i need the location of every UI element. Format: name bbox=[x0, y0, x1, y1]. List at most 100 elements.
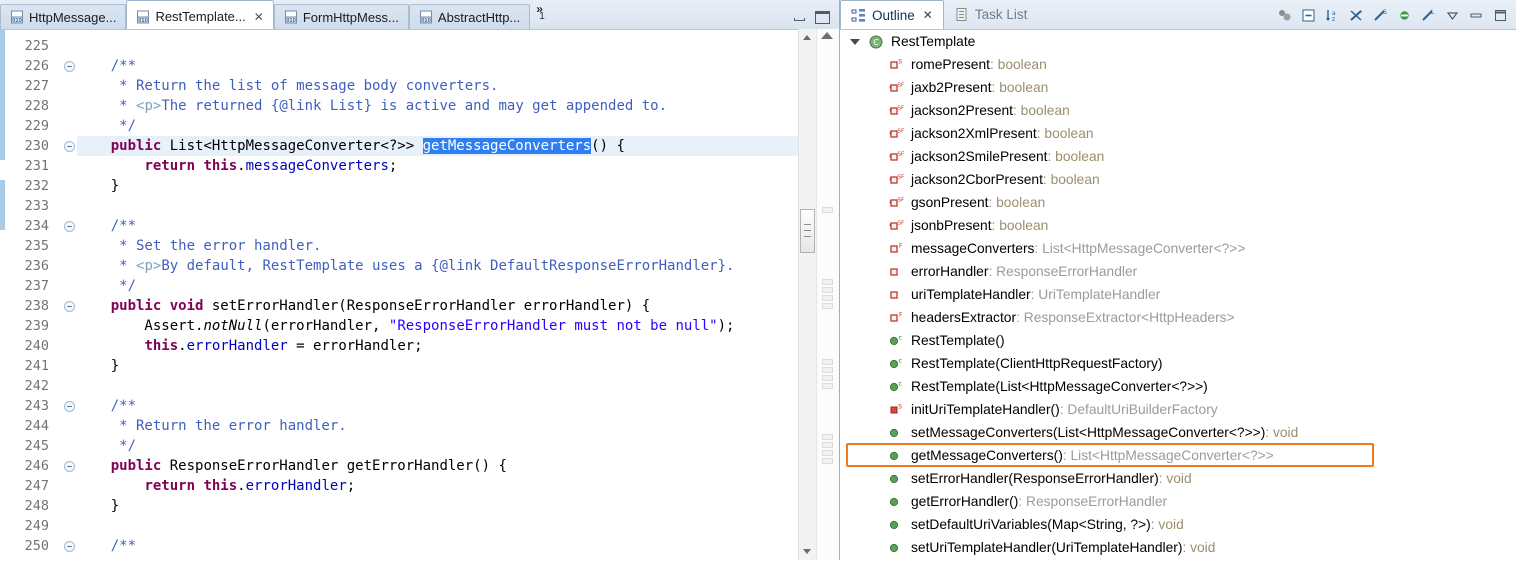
maximize-icon[interactable] bbox=[815, 11, 830, 24]
fold-collapse-icon[interactable] bbox=[64, 541, 75, 552]
code-line[interactable]: * Return the error handler. bbox=[77, 416, 839, 436]
outline-item[interactable]: S F jackson2SmilePresent : boolean bbox=[840, 145, 1516, 168]
code-line[interactable]: * <p>By default, RestTemplate uses a {@l… bbox=[77, 256, 839, 276]
code-line[interactable]: * Return the list of message body conver… bbox=[77, 76, 839, 96]
outline-item[interactable]: getMessageConverters() : List<HttpMessag… bbox=[840, 444, 1516, 467]
code-line[interactable]: } bbox=[77, 176, 839, 196]
code-line[interactable]: /** bbox=[77, 396, 839, 416]
overview-ruler[interactable] bbox=[816, 29, 839, 560]
outline-item[interactable]: S F jackson2Present : boolean bbox=[840, 99, 1516, 122]
code-line[interactable]: } bbox=[77, 356, 839, 376]
code-line[interactable]: } bbox=[77, 496, 839, 516]
line-number: 237 bbox=[24, 278, 49, 294]
outline-item[interactable]: setUriTemplateHandler(UriTemplateHandler… bbox=[840, 536, 1516, 559]
focus-on-active-task-icon[interactable] bbox=[1277, 8, 1292, 23]
outline-item[interactable]: FmessageConverters : List<HttpMessageCon… bbox=[840, 237, 1516, 260]
editor-tab-1[interactable]: 010 RestTemplate... ✕ bbox=[126, 0, 274, 29]
outline-item[interactable]: c RestTemplate(ClientHttpRequestFactory) bbox=[840, 352, 1516, 375]
code-token: List<HttpMessageConverter<?>> bbox=[161, 138, 423, 154]
code-line[interactable]: /** bbox=[77, 216, 839, 236]
scroll-down-button[interactable] bbox=[799, 543, 816, 560]
outline-item-type: : boolean bbox=[1013, 103, 1070, 118]
hide-fields-icon[interactable] bbox=[1349, 8, 1364, 23]
hide-static-icon[interactable]: S bbox=[1373, 8, 1388, 23]
outline-item[interactable]: uriTemplateHandler : UriTemplateHandler bbox=[840, 283, 1516, 306]
tab-overflow-chevron[interactable]: » 1 bbox=[536, 2, 549, 22]
outline-item[interactable]: S F jaxb2Present : boolean bbox=[840, 76, 1516, 99]
code-line[interactable] bbox=[77, 36, 839, 56]
code-editor-area[interactable]: 225 226 227 228 229 230 231 232 233 234 235 236 237 2… bbox=[0, 30, 839, 561]
code-line[interactable]: /** bbox=[77, 536, 839, 556]
code-line[interactable]: public ResponseErrorHandler getErrorHand… bbox=[77, 456, 839, 476]
code-line[interactable]: return this.messageConverters; bbox=[77, 156, 839, 176]
hide-local-types-icon[interactable]: L bbox=[1421, 8, 1436, 23]
fold-collapse-icon[interactable] bbox=[64, 61, 75, 72]
outline-item[interactable]: setDefaultUriVariables(Map<String, ?>) :… bbox=[840, 513, 1516, 536]
fold-collapse-icon[interactable] bbox=[64, 221, 75, 232]
outline-item[interactable]: getErrorHandler() : ResponseErrorHandler bbox=[840, 490, 1516, 513]
folding-ruler[interactable] bbox=[63, 30, 77, 561]
code-line[interactable] bbox=[77, 376, 839, 396]
outline-tab-1[interactable]: Task List bbox=[944, 0, 1038, 29]
code-token: "ResponseErrorHandler must not be null" bbox=[388, 318, 718, 334]
outline-item[interactable]: S F jsonbPresent : boolean bbox=[840, 214, 1516, 237]
code-token: this bbox=[203, 158, 238, 174]
outline-item[interactable]: c RestTemplate(List<HttpMessageConverter<… bbox=[840, 375, 1516, 398]
fold-collapse-icon[interactable] bbox=[64, 301, 75, 312]
code-line[interactable]: */ bbox=[77, 436, 839, 456]
code-line[interactable]: public List<HttpMessageConverter<?>> get… bbox=[77, 136, 839, 156]
outline-item-type: : boolean bbox=[1047, 149, 1105, 164]
collapse-all-icon[interactable] bbox=[1301, 8, 1316, 23]
svg-text:c: c bbox=[899, 333, 903, 341]
editor-tab-2[interactable]: 010 FormHttpMess... bbox=[273, 4, 409, 29]
close-icon[interactable]: ✕ bbox=[254, 11, 264, 23]
code-line[interactable]: return this.errorHandler; bbox=[77, 476, 839, 496]
editor-tab-0[interactable]: 010 HttpMessage... bbox=[0, 4, 127, 29]
outline-item[interactable]: c RestTemplate() bbox=[840, 329, 1516, 352]
outline-item[interactable]: C RestTemplate bbox=[840, 30, 1516, 53]
sort-icon[interactable]: az bbox=[1325, 8, 1340, 23]
code-line[interactable]: */ bbox=[77, 116, 839, 136]
outline-item-name: setDefaultUriVariables(Map<String, ?>) bbox=[911, 517, 1151, 532]
outline-item-name: jackson2Present bbox=[911, 103, 1014, 118]
code-line[interactable]: this.errorHandler = errorHandler; bbox=[77, 336, 839, 356]
outline-item[interactable]: SinitUriTemplateHandler() : DefaultUriBu… bbox=[840, 398, 1516, 421]
outline-item[interactable]: errorHandler : ResponseErrorHandler bbox=[840, 260, 1516, 283]
code-line[interactable]: Assert.notNull(errorHandler, "ResponseEr… bbox=[77, 316, 839, 336]
field-private-static-final-icon: SF bbox=[888, 172, 905, 188]
outline-item[interactable]: setMessageConverters(List<HttpMessageCon… bbox=[840, 421, 1516, 444]
editor-tab-3[interactable]: 010 AbstractHttp... bbox=[408, 4, 531, 29]
outline-item[interactable]: setErrorHandler(ResponseErrorHandler) : … bbox=[840, 467, 1516, 490]
outline-item[interactable]: S F jackson2CborPresent : boolean bbox=[840, 168, 1516, 191]
hide-non-public-icon[interactable] bbox=[1397, 8, 1412, 23]
fold-collapse-icon[interactable] bbox=[64, 461, 75, 472]
scrollbar-thumb[interactable] bbox=[800, 209, 815, 253]
outline-tab-0[interactable]: Outline ✕ bbox=[840, 0, 944, 29]
fold-collapse-icon[interactable] bbox=[64, 401, 75, 412]
code-line[interactable] bbox=[77, 516, 839, 536]
code-line[interactable]: /** bbox=[77, 56, 839, 76]
code-line[interactable]: * Set the error handler. bbox=[77, 236, 839, 256]
minimize-icon[interactable] bbox=[793, 12, 806, 23]
minimize-icon[interactable] bbox=[1469, 8, 1484, 23]
maximize-icon[interactable] bbox=[1493, 8, 1508, 23]
outline-tab-bar: Outline ✕ Task List az S L bbox=[840, 0, 1516, 30]
code-line[interactable] bbox=[77, 196, 839, 216]
code-line[interactable]: */ bbox=[77, 276, 839, 296]
outline-item[interactable]: SromePresent : boolean bbox=[840, 53, 1516, 76]
code-line[interactable]: * <p>The returned {@link List} is active… bbox=[77, 96, 839, 116]
code-line[interactable]: public void setErrorHandler(ResponseErro… bbox=[77, 296, 839, 316]
outline-item[interactable]: FheadersExtractor : ResponseExtractor<Ht… bbox=[840, 306, 1516, 329]
outline-tree[interactable]: C RestTemplate SromePresent : boolean S Fjax… bbox=[840, 30, 1516, 561]
scroll-up-button[interactable] bbox=[799, 29, 816, 46]
editor-vertical-scrollbar[interactable] bbox=[798, 29, 816, 560]
outline-item[interactable]: S F jackson2XmlPresent : boolean bbox=[840, 122, 1516, 145]
tree-expand-arrow-icon[interactable] bbox=[850, 39, 860, 45]
outline-item[interactable]: S F gsonPresent : boolean bbox=[840, 191, 1516, 214]
fold-collapse-icon[interactable] bbox=[64, 141, 75, 152]
view-menu-icon[interactable] bbox=[1445, 8, 1460, 23]
close-icon[interactable]: ✕ bbox=[923, 8, 933, 22]
source-code-text[interactable]: /** * Return the list of message body co… bbox=[77, 30, 839, 561]
